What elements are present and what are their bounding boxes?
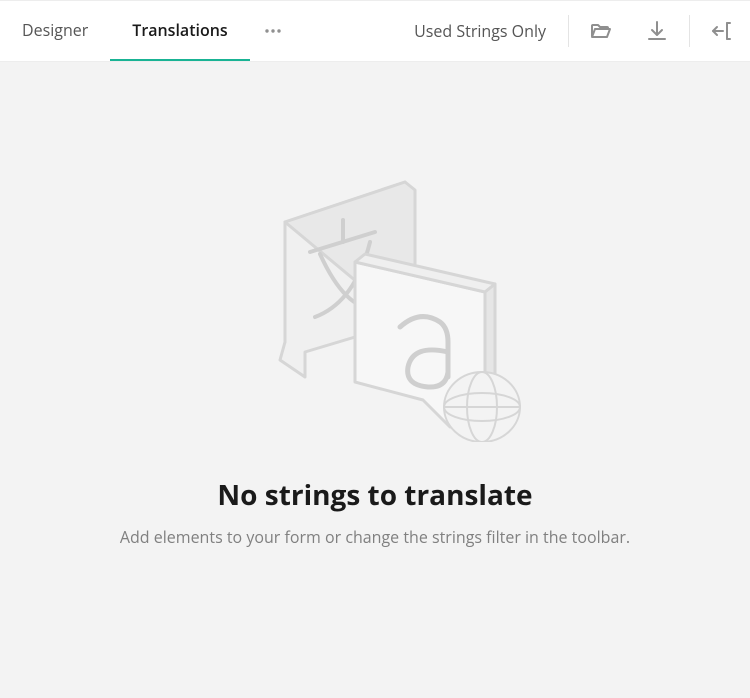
import-icon [710, 19, 734, 43]
empty-state-title: No strings to translate [217, 476, 532, 514]
import-button[interactable] [694, 1, 750, 61]
open-button[interactable] [573, 1, 629, 61]
more-options-button[interactable] [250, 1, 296, 61]
used-strings-toggle[interactable]: Used Strings Only [396, 1, 564, 61]
toolbar-spacer [296, 1, 396, 61]
download-icon [645, 19, 669, 43]
folder-open-icon [589, 19, 613, 43]
download-button[interactable] [629, 1, 685, 61]
main-content: No strings to translate Add elements to … [0, 62, 750, 698]
tab-designer[interactable]: Designer [0, 1, 110, 61]
more-options-icon [263, 21, 283, 41]
empty-state-subtitle: Add elements to your form or change the … [120, 526, 630, 548]
toolbar-separator [568, 15, 569, 47]
toolbar-separator [689, 15, 690, 47]
top-toolbar: Designer Translations Used Strings Only [0, 0, 750, 62]
tab-translations[interactable]: Translations [110, 1, 249, 61]
empty-state-illustration [225, 142, 525, 442]
